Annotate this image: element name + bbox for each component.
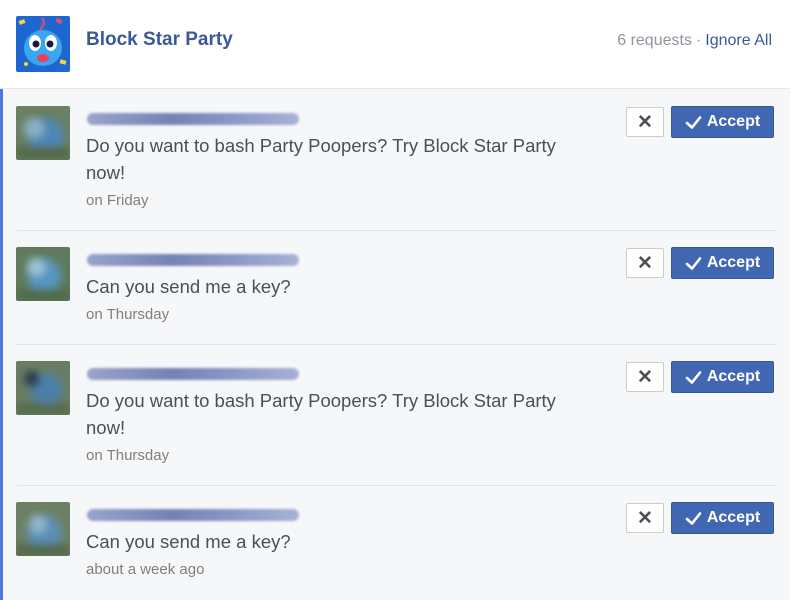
checkmark-icon (685, 511, 702, 525)
message-line: Do you want to bash Party Poopers? Try B… (86, 390, 556, 411)
avatar[interactable] (16, 502, 70, 556)
accept-label: Accept (706, 113, 761, 130)
divider (17, 230, 776, 231)
redacted-sender-name (87, 113, 299, 125)
dismiss-button[interactable]: ✕ (626, 362, 664, 392)
checkmark-icon (685, 115, 702, 129)
checkmark-icon (685, 370, 702, 384)
redacted-sender-name (87, 254, 299, 266)
separator: · (695, 32, 702, 49)
blurred-avatar-image (16, 361, 70, 415)
accept-button[interactable]: Accept (671, 106, 774, 138)
message-line: Can you send me a key? (86, 531, 291, 552)
app-title[interactable]: Block Star Party (86, 29, 233, 51)
close-icon: ✕ (637, 252, 653, 274)
close-icon: ✕ (637, 366, 653, 388)
request-count: 6 requests (617, 32, 692, 49)
avatar[interactable] (16, 106, 70, 160)
request-time: about a week ago (86, 561, 205, 578)
avatar[interactable] (16, 247, 70, 301)
request-time: on Thursday (86, 306, 170, 323)
app-request-header: Block Star Party 6 requests · Ignore All (0, 0, 790, 89)
app-icon[interactable] (16, 16, 70, 72)
message-line: Can you send me a key? (86, 276, 291, 297)
request-list: Do you want to bash Party Poopers? Try B… (0, 89, 790, 600)
accept-label: Accept (706, 254, 761, 271)
avatar[interactable] (16, 361, 70, 415)
request-message: Can you send me a key? (86, 528, 586, 555)
block-star-party-logo (16, 16, 70, 72)
blurred-avatar-image (16, 502, 70, 556)
divider (17, 485, 776, 486)
dismiss-button[interactable]: ✕ (626, 503, 664, 533)
redacted-sender-name (87, 368, 299, 380)
accept-button[interactable]: Accept (671, 361, 774, 393)
message-line: now! (86, 162, 126, 183)
request-message: Do you want to bash Party Poopers? Try B… (86, 387, 586, 441)
dismiss-button[interactable]: ✕ (626, 248, 664, 278)
request-message: Do you want to bash Party Poopers? Try B… (86, 132, 586, 186)
checkmark-icon (685, 256, 702, 270)
app-requests-panel: Block Star Party 6 requests·Ignore All (0, 0, 790, 600)
close-icon: ✕ (637, 111, 653, 133)
message-line: now! (86, 417, 126, 438)
request-time: on Friday (86, 192, 149, 209)
accept-label: Accept (706, 509, 761, 526)
ignore-all-link[interactable]: Ignore All (705, 32, 772, 49)
accept-button[interactable]: Accept (671, 247, 774, 279)
accept-button[interactable]: Accept (671, 502, 774, 534)
accept-label: Accept (706, 368, 761, 385)
divider (17, 344, 776, 345)
request-time: on Thursday (86, 447, 170, 464)
request-message: Can you send me a key? (86, 273, 586, 300)
dismiss-button[interactable]: ✕ (626, 107, 664, 137)
blurred-avatar-image (16, 106, 70, 160)
header-actions: 6 requests · Ignore All (617, 32, 772, 50)
close-icon: ✕ (637, 507, 653, 529)
blurred-avatar-image (16, 247, 70, 301)
message-line: Do you want to bash Party Poopers? Try B… (86, 135, 556, 156)
redacted-sender-name (87, 509, 299, 521)
